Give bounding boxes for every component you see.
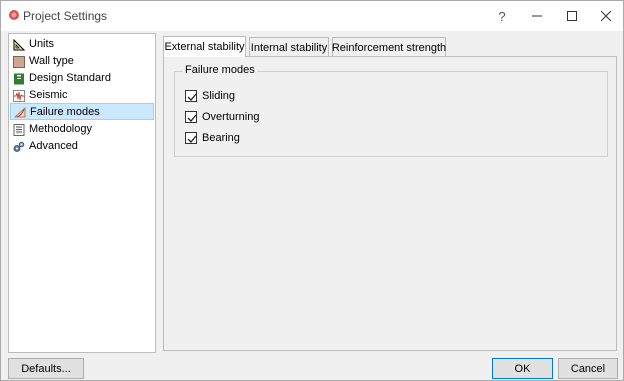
help-button[interactable]: ? xyxy=(485,1,519,31)
overturning-checkbox[interactable] xyxy=(185,111,197,123)
cancel-button[interactable]: Cancel xyxy=(558,358,618,379)
ruler-triangle-icon xyxy=(13,38,25,50)
sidebar-item-label: Seismic xyxy=(29,89,68,101)
sidebar-item-units[interactable]: Units xyxy=(10,36,154,53)
window-title: Project Settings xyxy=(23,9,108,23)
sidebar-item-wall-type[interactable]: Wall type xyxy=(10,53,154,70)
maximize-icon xyxy=(567,11,577,21)
checkmark-icon xyxy=(187,93,197,101)
failure-slope-icon xyxy=(14,107,26,118)
sidebar-item-label: Wall type xyxy=(29,55,74,67)
sidebar-item-label: Methodology xyxy=(29,123,92,135)
sliding-option[interactable]: Sliding xyxy=(185,89,235,103)
document-grid-icon xyxy=(13,123,25,136)
project-settings-window: Project Settings ? Units Wall type Desig… xyxy=(0,0,624,381)
sidebar-item-advanced[interactable]: Advanced xyxy=(10,138,154,155)
book-icon xyxy=(14,73,24,84)
minimize-button[interactable] xyxy=(520,1,554,31)
checkmark-icon xyxy=(187,114,197,122)
bearing-checkbox[interactable] xyxy=(185,132,197,144)
title-bar: Project Settings ? xyxy=(1,1,623,31)
failure-modes-group: Failure modes Sliding Overturning Bearin… xyxy=(174,64,608,157)
sidebar-item-methodology[interactable]: Methodology xyxy=(10,121,154,138)
close-button[interactable] xyxy=(589,1,623,31)
tab-panel-external-stability: Failure modes Sliding Overturning Bearin… xyxy=(163,56,617,351)
sliding-checkbox[interactable] xyxy=(185,90,197,102)
sidebar-item-failure-modes[interactable]: Failure modes xyxy=(10,103,154,120)
ok-button[interactable]: OK xyxy=(492,358,553,379)
gears-icon xyxy=(13,141,25,152)
overturning-label: Overturning xyxy=(202,111,260,123)
group-title: Failure modes xyxy=(183,64,257,76)
tab-reinforcement-strength[interactable]: Reinforcement strength xyxy=(332,37,446,57)
bearing-option[interactable]: Bearing xyxy=(185,131,240,145)
defaults-button[interactable]: Defaults... xyxy=(8,358,84,379)
close-icon xyxy=(601,11,611,21)
sidebar-item-label: Advanced xyxy=(29,140,78,152)
settings-sidebar: Units Wall type Design Standard Seismic xyxy=(8,33,156,353)
checkmark-icon xyxy=(187,135,197,143)
minimize-icon xyxy=(532,15,542,17)
sidebar-item-label: Failure modes xyxy=(30,106,100,118)
maximize-button[interactable] xyxy=(555,1,589,31)
tab-internal-stability[interactable]: Internal stability xyxy=(249,37,329,57)
sidebar-item-label: Units xyxy=(29,38,55,50)
sidebar-item-label: Design Standard xyxy=(29,72,111,84)
overturning-option[interactable]: Overturning xyxy=(185,110,259,124)
app-icon xyxy=(9,10,19,20)
bearing-label: Bearing xyxy=(202,132,240,144)
sidebar-item-design-standard[interactable]: Design Standard xyxy=(10,70,154,87)
wall-icon xyxy=(13,55,25,68)
seismic-wave-icon xyxy=(13,89,25,102)
tab-external-stability[interactable]: External stability xyxy=(163,36,246,57)
sliding-label: Sliding xyxy=(202,90,236,102)
sidebar-item-seismic[interactable]: Seismic xyxy=(10,87,154,104)
